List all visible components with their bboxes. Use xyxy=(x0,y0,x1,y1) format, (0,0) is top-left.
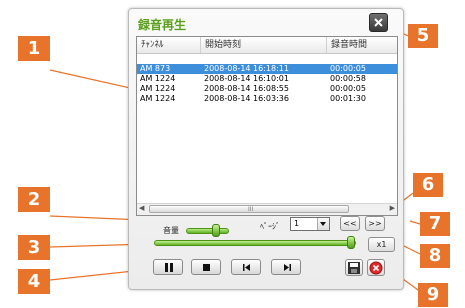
stop-button[interactable] xyxy=(191,259,221,275)
page-select-value: 1 xyxy=(294,219,300,228)
callout-2: 2 xyxy=(18,187,50,212)
cell-duration: 00:00:05 xyxy=(330,84,366,93)
cell-duration: 00:00:05 xyxy=(330,64,366,73)
save-icon xyxy=(348,262,360,274)
list-header: ﾁｬﾝﾈﾙ 開始時刻 録音時間 xyxy=(137,37,397,54)
page-select[interactable]: 1 xyxy=(290,217,330,231)
save-button[interactable] xyxy=(345,259,363,276)
skip-back-icon xyxy=(243,264,250,271)
prev-page-button[interactable]: << xyxy=(340,216,360,231)
delete-button[interactable] xyxy=(367,259,385,276)
scrollbar-thumb[interactable]: III xyxy=(149,205,349,213)
cell-channel: AM 873 xyxy=(140,64,171,73)
horizontal-scrollbar[interactable]: ◀ III ▶ xyxy=(137,203,397,215)
table-row[interactable]: AM 873 2008-08-14 16:18:11 00:00:05 xyxy=(137,64,397,74)
cell-duration: 00:00:58 xyxy=(330,74,366,83)
speed-button[interactable]: x1 xyxy=(368,237,395,252)
callout-5: 5 xyxy=(408,24,438,48)
cell-duration: 00:01:30 xyxy=(330,94,366,103)
stop-icon xyxy=(203,264,210,271)
callout-4: 4 xyxy=(18,269,50,294)
scroll-right-icon[interactable]: ▶ xyxy=(390,204,395,212)
skip-forward-icon xyxy=(284,264,291,271)
callout-9: 9 xyxy=(418,283,448,307)
cell-channel: AM 1224 xyxy=(140,84,176,93)
pause-icon xyxy=(165,263,173,272)
close-icon xyxy=(374,18,383,27)
cell-start-time: 2008-08-14 16:03:36 xyxy=(204,94,289,103)
next-page-button[interactable]: >> xyxy=(365,216,385,231)
callout-1: 1 xyxy=(18,36,50,61)
scrollbar-grip: III xyxy=(248,206,254,213)
callout-3: 3 xyxy=(18,235,50,260)
cell-start-time: 2008-08-14 16:08:55 xyxy=(204,84,289,93)
page-label: ﾍﾟｰｼﾞ xyxy=(260,222,280,231)
recording-playback-dialog: 録音再生 ﾁｬﾝﾈﾙ 開始時刻 録音時間 AM 873 2008-08-14 1… xyxy=(128,8,404,290)
table-row[interactable]: AM 1224 2008-08-14 16:08:55 00:00:05 xyxy=(137,84,397,94)
pause-button[interactable] xyxy=(153,259,183,275)
cell-start-time: 2008-08-14 16:18:11 xyxy=(204,64,289,73)
table-row[interactable]: AM 1224 2008-08-14 16:03:36 00:01:30 xyxy=(137,94,397,104)
close-button[interactable] xyxy=(369,13,388,32)
cell-channel: AM 1224 xyxy=(140,74,176,83)
skip-forward-button[interactable] xyxy=(271,259,301,275)
cell-start-time: 2008-08-14 16:10:01 xyxy=(204,74,289,83)
table-row[interactable]: AM 1224 2008-08-14 16:10:01 00:00:58 xyxy=(137,74,397,84)
scroll-left-icon[interactable]: ◀ xyxy=(139,204,144,212)
column-header-start-time[interactable]: 開始時刻 xyxy=(201,37,327,53)
volume-label: 音量 xyxy=(163,226,179,235)
dialog-title: 録音再生 xyxy=(138,18,187,32)
playback-position-knob[interactable] xyxy=(347,236,355,249)
column-header-duration[interactable]: 録音時間 xyxy=(327,37,397,53)
volume-slider[interactable] xyxy=(186,224,229,237)
callout-6: 6 xyxy=(413,173,443,197)
cell-channel: AM 1224 xyxy=(140,94,176,103)
callout-8: 8 xyxy=(420,244,450,268)
callout-7: 7 xyxy=(420,212,450,236)
chevron-down-icon[interactable] xyxy=(317,218,329,230)
skip-back-button[interactable] xyxy=(231,259,261,275)
recording-list[interactable]: ﾁｬﾝﾈﾙ 開始時刻 録音時間 AM 873 2008-08-14 16:18:… xyxy=(136,36,398,216)
volume-slider-knob[interactable] xyxy=(211,224,220,237)
delete-icon xyxy=(369,261,383,275)
column-header-channel[interactable]: ﾁｬﾝﾈﾙ xyxy=(137,37,201,53)
playback-position-slider[interactable] xyxy=(154,236,356,249)
